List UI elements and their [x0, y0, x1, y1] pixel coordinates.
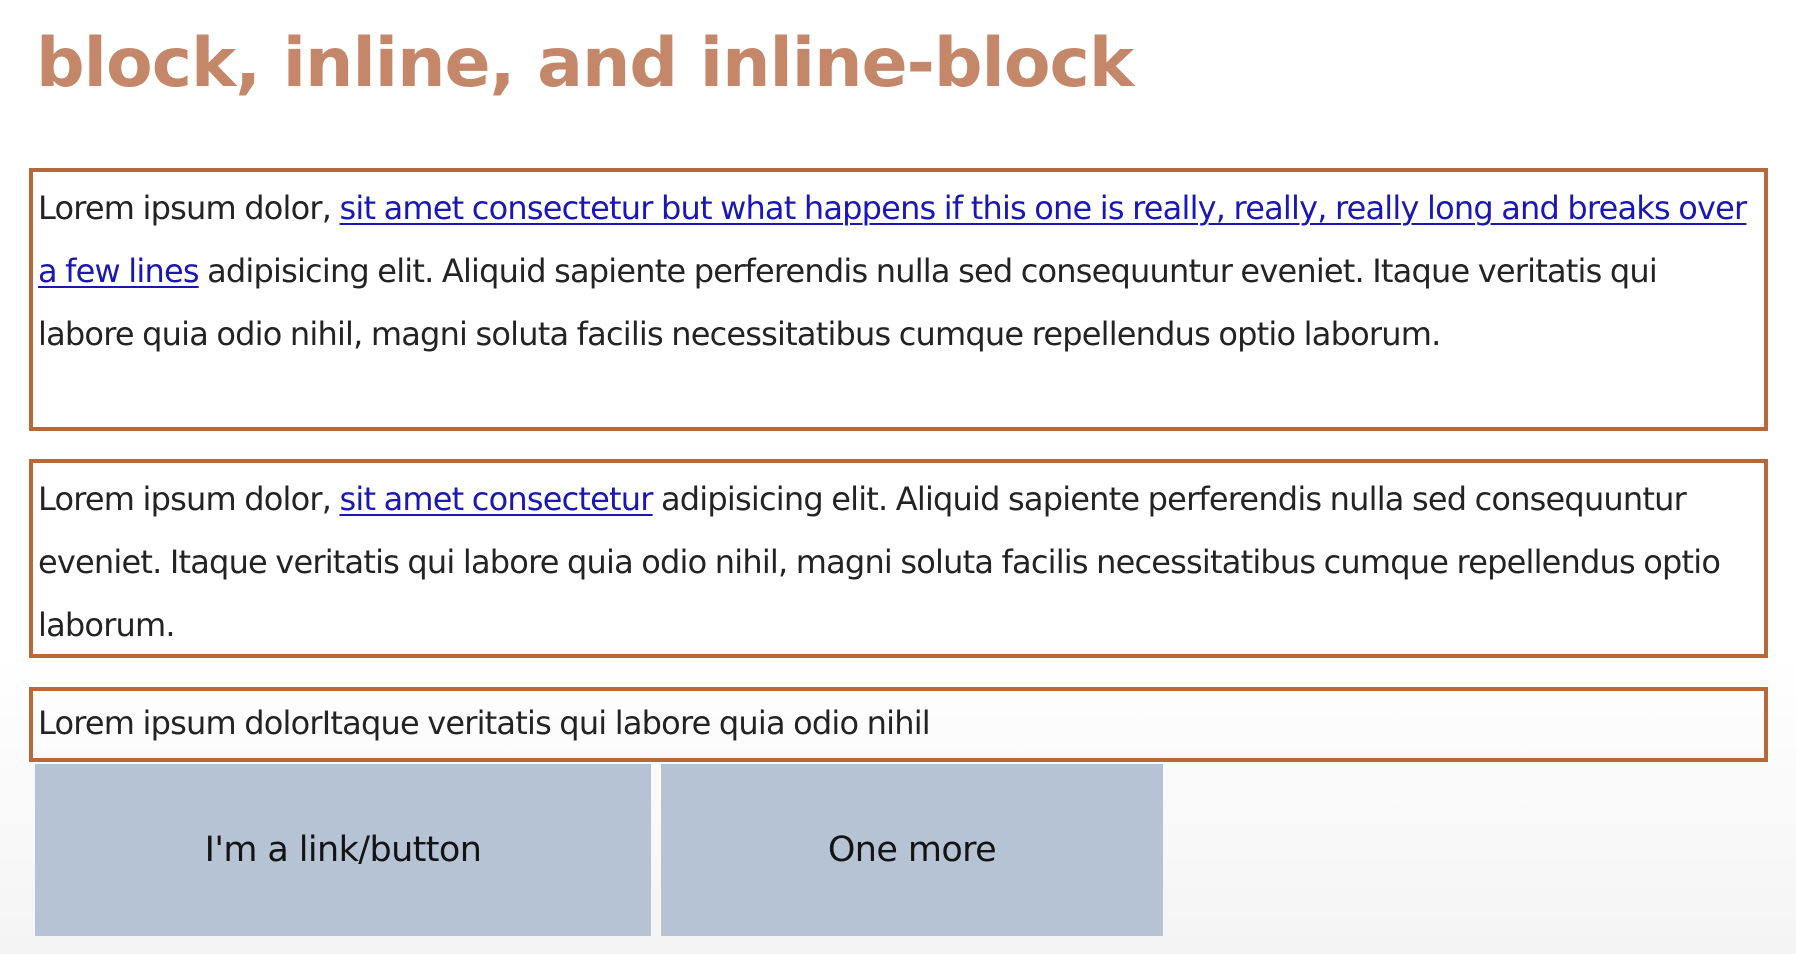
- paragraph-long-link: Lorem ipsum dolor, sit amet consectetur …: [29, 168, 1768, 431]
- inline-span-first: Lorem ipsum dolor: [38, 704, 323, 742]
- paragraph-inline-spans: Lorem ipsum dolorItaque veritatis qui la…: [29, 687, 1768, 762]
- page-title: block, inline, and inline-block: [36, 24, 1134, 103]
- inline-span-second: Itaque veritatis qui labore quia odio ni…: [321, 704, 931, 742]
- paragraph-short-link: Lorem ipsum dolor, sit amet consectetur …: [29, 459, 1768, 658]
- link-button[interactable]: I'm a link/button: [35, 764, 651, 936]
- paragraph-text-before: Lorem ipsum dolor,: [38, 189, 340, 227]
- demo-page: block, inline, and inline-block Lorem ip…: [0, 0, 1796, 954]
- paragraph-text-before: Lorem ipsum dolor,: [38, 480, 340, 518]
- one-more-button[interactable]: One more: [661, 764, 1163, 936]
- paragraph-text-after: adipisicing elit. Aliquid sapiente perfe…: [38, 252, 1658, 353]
- inline-link-short[interactable]: sit amet consectetur: [340, 480, 654, 518]
